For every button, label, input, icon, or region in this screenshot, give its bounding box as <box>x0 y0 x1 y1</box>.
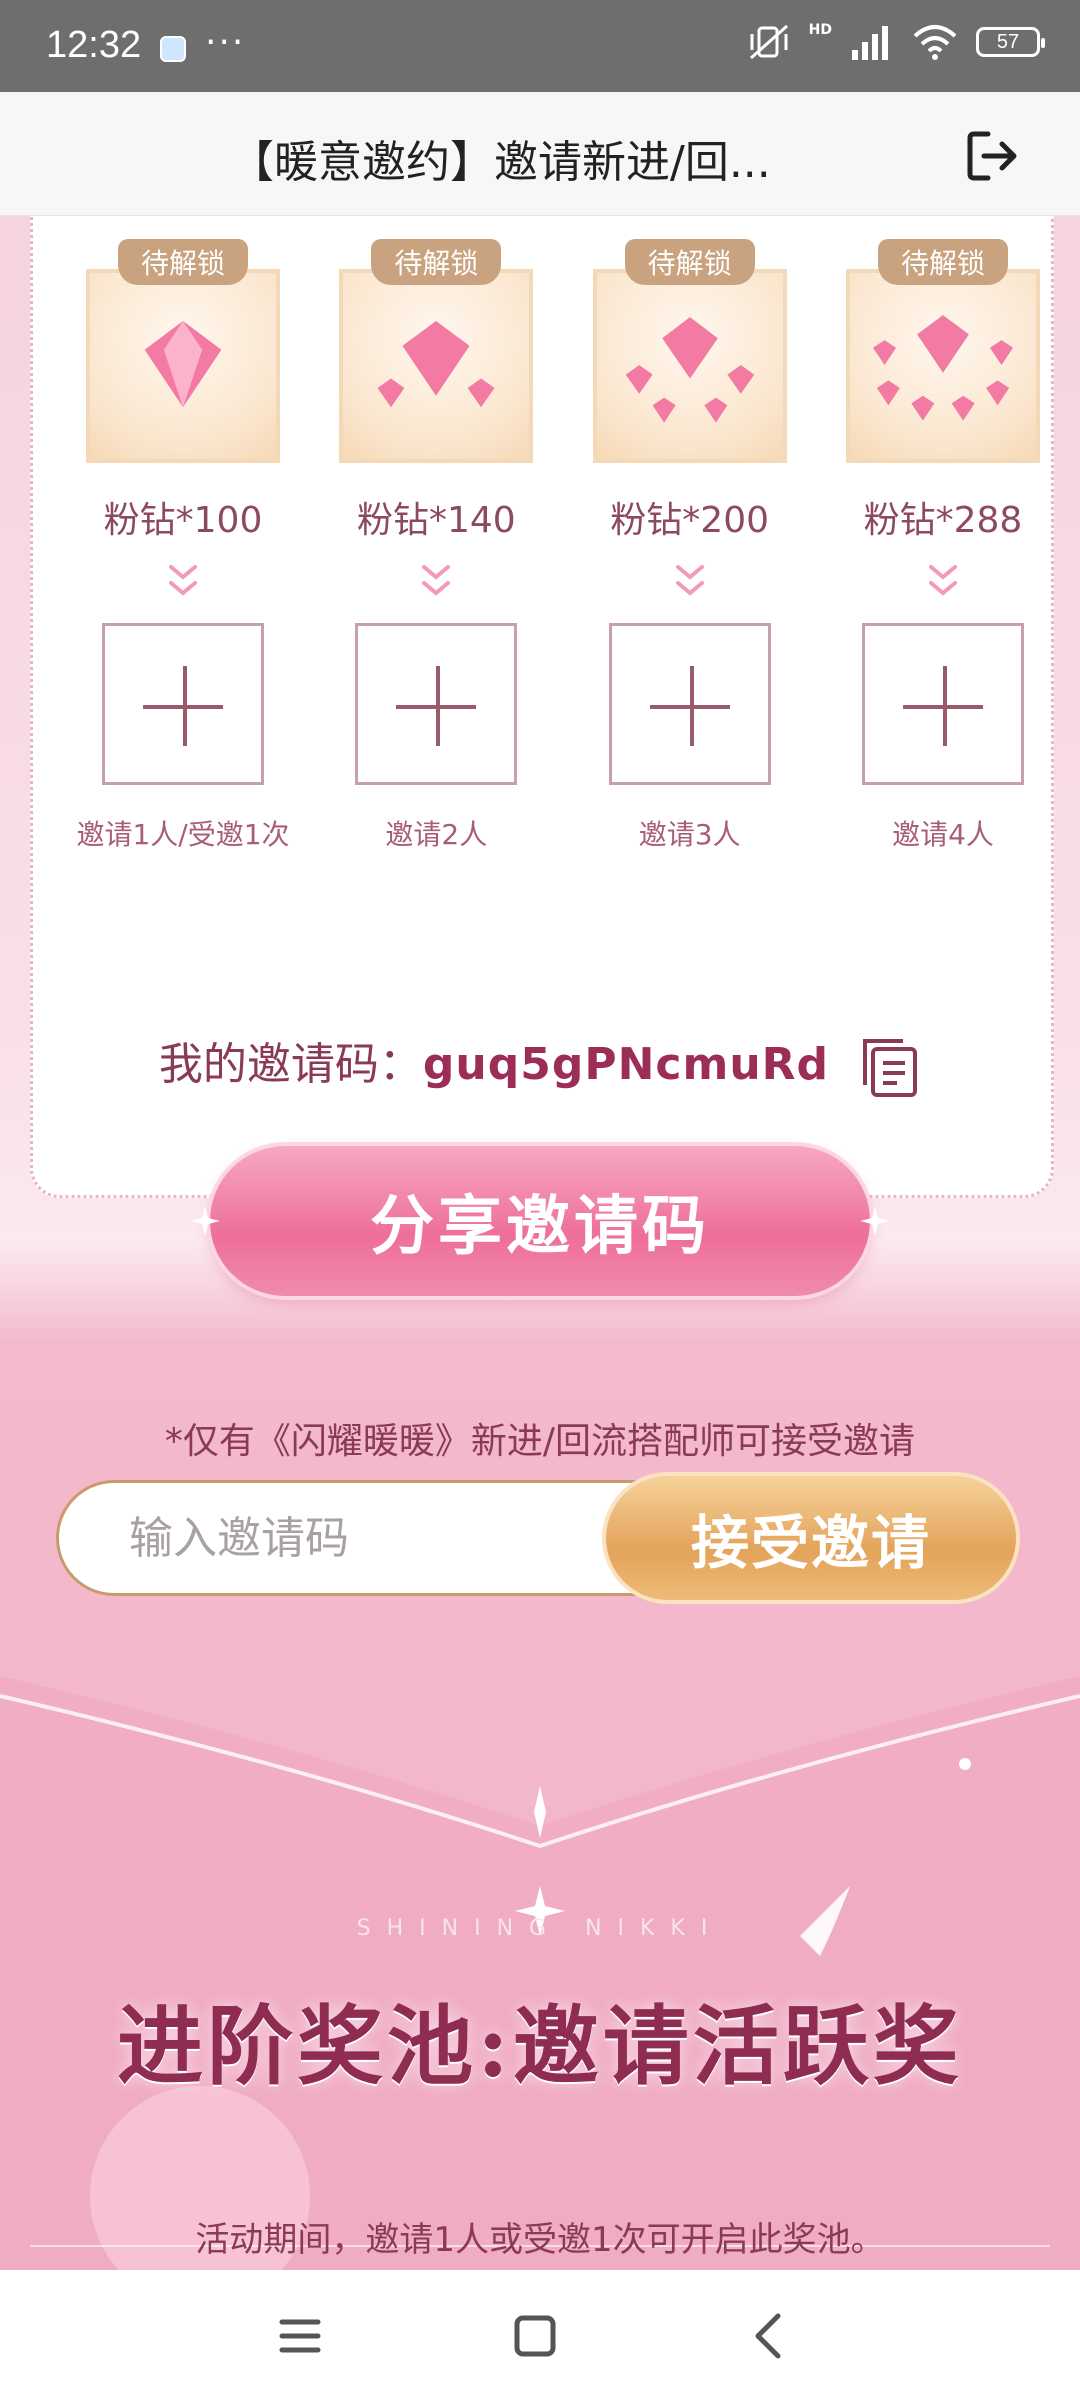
reward-tiers: 待解锁 粉钻*100 邀请1人/受邀1次 待解锁 粉钻*140 邀请2人 待解锁… <box>63 229 1063 853</box>
locked-badge: 待解锁 <box>624 239 755 285</box>
status-icons: HD 57 <box>747 22 1045 62</box>
title-bar: 【暖意邀约】邀请新进/回... <box>0 92 1080 216</box>
chevron-down-icon <box>169 565 197 596</box>
reward-tier: 待解锁 粉钻*100 邀请1人/受邀1次 <box>63 229 303 853</box>
reward-box[interactable] <box>845 269 1040 463</box>
exit-icon[interactable] <box>964 128 1020 184</box>
chevron-down-icon <box>422 565 451 596</box>
eligibility-notice: *仅有《闪耀暖暖》新进/回流搭配师可接受邀请 <box>164 1421 916 1462</box>
invite-slot-add-button[interactable] <box>608 623 771 785</box>
reward-label: 粉钻*100 <box>103 500 263 541</box>
reward-tier: 待解锁 粉钻*288 邀请4人 <box>823 229 1063 853</box>
back-icon[interactable] <box>740 2306 800 2366</box>
pink-diamonds-icon <box>625 317 754 423</box>
invite-slot-add-button[interactable] <box>102 623 264 785</box>
battery-icon: 57 <box>976 27 1045 57</box>
mute-vibrate-icon <box>749 24 788 60</box>
invite-code-value: guq5gPNcmuRd <box>422 1039 830 1090</box>
home-icon[interactable] <box>505 2306 565 2366</box>
brand-watermark: SHINING NIKKI <box>356 1916 724 1941</box>
accept-invite-button[interactable]: 接受邀请 <box>606 1476 1016 1600</box>
system-nav-bar <box>0 2270 1080 2400</box>
invite-code-input[interactable] <box>56 1480 696 1596</box>
menu-icon[interactable] <box>270 2306 330 2366</box>
pink-diamonds-icon <box>377 320 495 408</box>
share-button-label: 分享邀请码 <box>370 1189 710 1264</box>
share-invite-code-button[interactable]: 分享邀请码 <box>190 1146 890 1296</box>
invite-code-label: 我的邀请码： <box>158 1039 423 1090</box>
notification-app-icon <box>160 36 186 62</box>
pool-banner-decoration <box>0 1636 1080 2270</box>
reward-tier: 待解锁 粉钻*140 邀请2人 <box>316 229 556 853</box>
pink-diamonds-icon <box>872 315 1013 421</box>
invite-slot-add-button[interactable] <box>355 623 518 785</box>
accept-invite-row: 接受邀请 <box>56 1476 1016 1600</box>
hd-indicator: HD <box>808 22 832 38</box>
reward-box[interactable] <box>339 269 534 463</box>
pink-diamond-icon <box>144 320 222 408</box>
more-notifications-icon: ··· <box>205 22 246 63</box>
invite-slot-label: 邀请1人/受邀1次 <box>76 818 290 851</box>
reward-label: 粉钻*200 <box>610 500 770 541</box>
signal-icon <box>852 26 888 60</box>
invite-slot-label: 邀请3人 <box>638 818 741 851</box>
reward-label: 粉钻*140 <box>356 500 516 541</box>
sparkle-icon <box>860 1206 890 1236</box>
locked-badge: 待解锁 <box>118 239 248 285</box>
invite-slot-label: 邀请4人 <box>892 818 994 851</box>
clock: 12:32 <box>46 24 142 66</box>
sparkle-icon <box>190 1206 220 1236</box>
wifi-icon <box>913 25 957 60</box>
locked-badge: 待解锁 <box>877 239 1008 285</box>
status-bar: 12:32 ··· HD 57 <box>0 0 1080 92</box>
invite-slot-label: 邀请2人 <box>385 818 488 851</box>
chevron-down-icon <box>928 565 957 596</box>
reward-tier: 待解锁 粉钻*200 邀请3人 <box>570 229 810 853</box>
reward-label: 粉钻*288 <box>863 500 1023 541</box>
copy-icon[interactable] <box>857 1035 921 1099</box>
reward-box[interactable] <box>592 269 787 463</box>
reward-box[interactable] <box>86 269 280 463</box>
locked-badge: 待解锁 <box>371 239 502 285</box>
event-page[interactable]: 待解锁 粉钻*100 邀请1人/受邀1次 待解锁 粉钻*140 邀请2人 待解锁… <box>0 216 1080 2270</box>
page-title: 【暖意邀约】邀请新进/回... <box>230 137 771 188</box>
accept-button-label: 接受邀请 <box>690 1509 931 1577</box>
chevron-down-icon <box>675 565 704 596</box>
my-invite-code: 我的邀请码：guq5gPNcmuRd <box>0 1028 1080 1099</box>
pool-description: 活动期间，邀请1人或受邀1次可开启此奖池。 <box>195 2220 885 2260</box>
invite-slot-add-button[interactable] <box>861 623 1024 785</box>
pool-title: 进阶奖池:邀请活跃奖 <box>117 1996 963 2097</box>
